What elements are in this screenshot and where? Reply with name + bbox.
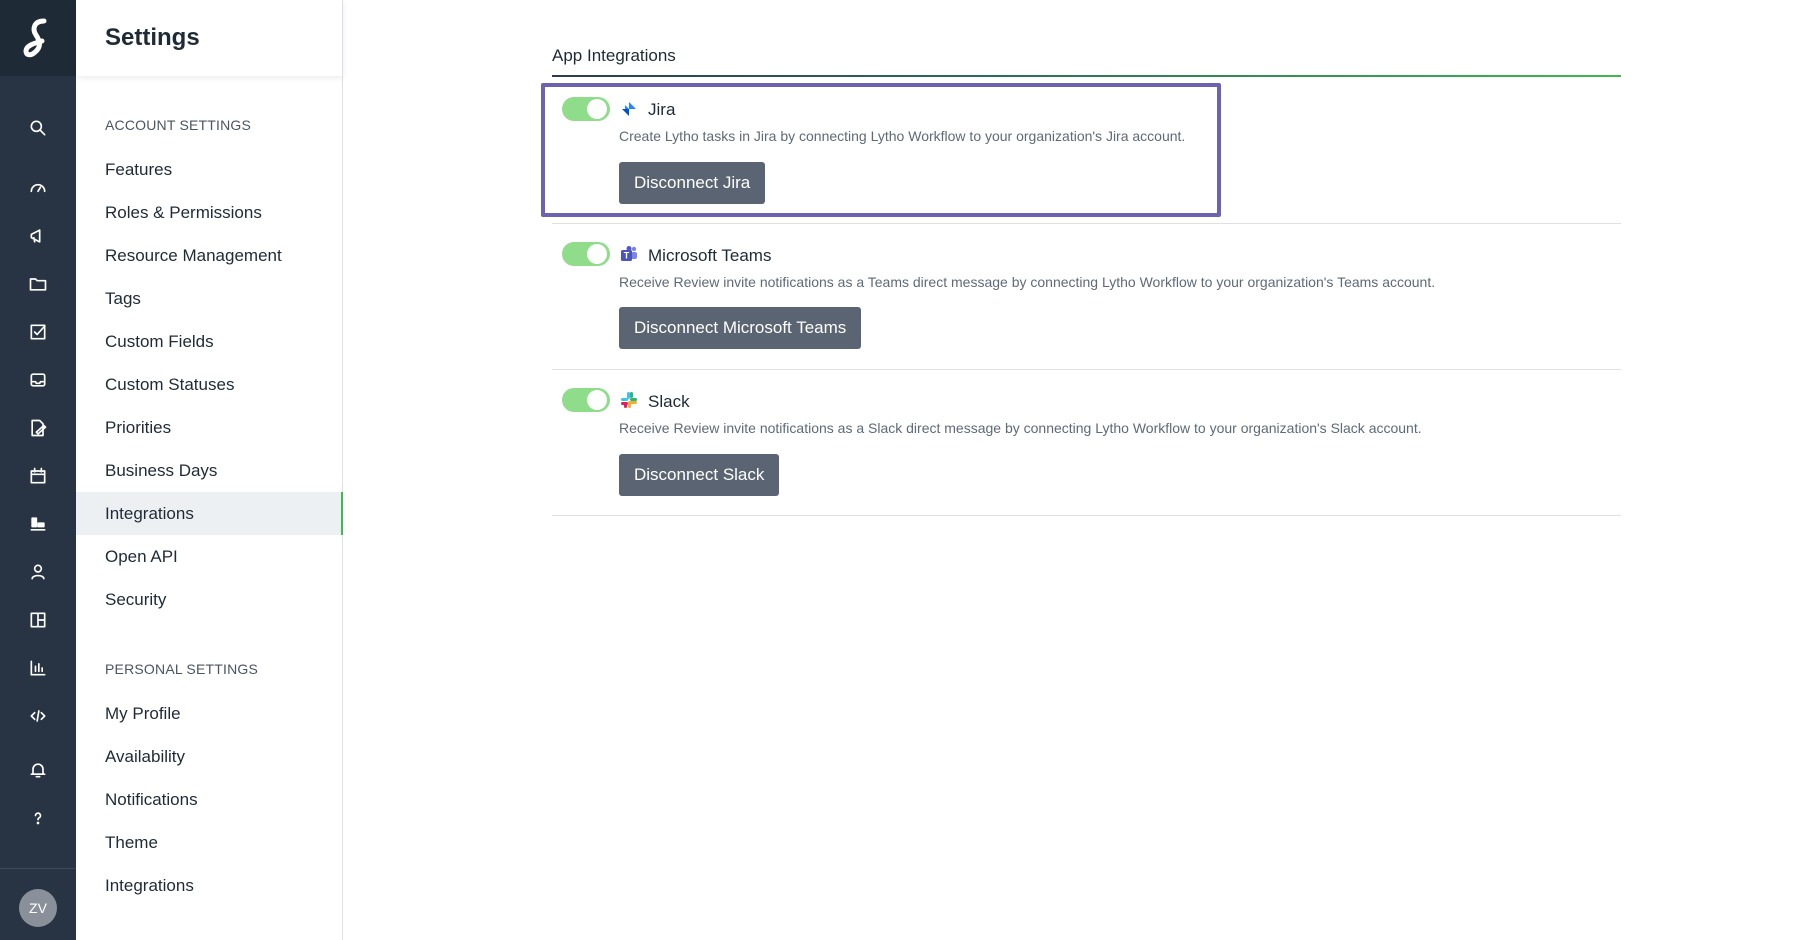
icon-rail: ZV	[0, 0, 76, 940]
slack-toggle[interactable]	[562, 388, 610, 412]
account-settings-label: ACCOUNT SETTINGS	[105, 117, 252, 133]
integration-slack: Slack Receive Review invite notification…	[552, 370, 1621, 516]
layout-icon[interactable]	[0, 600, 76, 640]
sidebar-item-features[interactable]: Features	[76, 148, 343, 191]
main-content: App Integrations Jira Create Lytho tasks…	[343, 0, 1810, 940]
help-icon[interactable]	[0, 798, 76, 838]
slack-name: Slack	[648, 392, 690, 411]
tab-underline	[552, 75, 1621, 77]
sidebar-item-security[interactable]: Security	[76, 578, 343, 621]
sidebar-item-my-profile[interactable]: My Profile	[76, 692, 343, 735]
tab-app-integrations[interactable]: App Integrations	[552, 46, 676, 66]
slack-icon	[621, 392, 637, 408]
jira-name: Jira	[648, 100, 676, 119]
user-icon[interactable]	[0, 552, 76, 592]
toggle-knob	[587, 99, 607, 119]
sidebar-item-integrations[interactable]: Integrations	[76, 492, 343, 535]
jira-toggle[interactable]	[562, 97, 610, 121]
page-title: Settings	[105, 24, 200, 51]
integration-jira: Jira Create Lytho tasks in Jira by conne…	[552, 78, 1621, 224]
teams-icon: T	[621, 246, 637, 261]
sidebar-item-priorities[interactable]: Priorities	[76, 406, 343, 449]
personal-settings-label: PERSONAL SETTINGS	[105, 661, 259, 677]
teams-name: Microsoft Teams	[648, 246, 772, 265]
teams-description: Receive Review invite notifications as a…	[619, 274, 1436, 290]
toggle-knob	[587, 390, 607, 410]
sidebar-item-theme[interactable]: Theme	[76, 821, 343, 864]
toggle-knob	[587, 244, 607, 264]
search-icon[interactable]	[0, 108, 76, 148]
sidebar-item-tags[interactable]: Tags	[76, 277, 343, 320]
gauge-icon[interactable]	[0, 168, 76, 208]
integration-microsoft-teams: T Microsoft Teams Receive Review invite …	[552, 224, 1621, 370]
disconnect-teams-button[interactable]: Disconnect Microsoft Teams	[619, 307, 862, 349]
svg-text:T: T	[624, 251, 630, 261]
chart-icon[interactable]	[0, 648, 76, 688]
sidebar-item-custom-statuses[interactable]: Custom Statuses	[76, 363, 343, 406]
sidebar-item-custom-fields[interactable]: Custom Fields	[76, 320, 343, 363]
sidebar-item-personal-integrations[interactable]: Integrations	[76, 864, 343, 907]
proof-edit-icon[interactable]	[0, 408, 76, 448]
folder-icon[interactable]	[0, 264, 76, 304]
inbox-icon[interactable]	[0, 360, 76, 400]
sidebar-header: Settings	[76, 0, 343, 76]
jira-icon	[622, 102, 636, 116]
bell-icon[interactable]	[0, 750, 76, 790]
slack-description: Receive Review invite notifications as a…	[619, 420, 1422, 436]
jira-description: Create Lytho tasks in Jira by connecting…	[619, 128, 1186, 144]
sidebar-item-resource-management[interactable]: Resource Management	[76, 234, 343, 277]
teams-toggle[interactable]	[562, 242, 610, 266]
sidebar-item-availability[interactable]: Availability	[76, 735, 343, 778]
avatar[interactable]: ZV	[19, 889, 57, 927]
disconnect-slack-button[interactable]: Disconnect Slack	[619, 454, 780, 496]
sidebar-item-notifications[interactable]: Notifications	[76, 778, 343, 821]
lytho-logo[interactable]	[0, 0, 76, 76]
board-icon[interactable]	[0, 504, 76, 544]
calendar-icon[interactable]	[0, 456, 76, 496]
code-icon[interactable]	[0, 696, 76, 736]
task-check-icon[interactable]	[0, 312, 76, 352]
megaphone-icon[interactable]	[0, 216, 76, 256]
disconnect-jira-button[interactable]: Disconnect Jira	[619, 162, 766, 204]
sidebar-item-open-api[interactable]: Open API	[76, 535, 343, 578]
sidebar-item-business-days[interactable]: Business Days	[76, 449, 343, 492]
rail-divider	[0, 868, 76, 869]
sidebar-item-roles-permissions[interactable]: Roles & Permissions	[76, 191, 343, 234]
settings-sidebar: Settings ACCOUNT SETTINGS Features Roles…	[76, 0, 343, 940]
